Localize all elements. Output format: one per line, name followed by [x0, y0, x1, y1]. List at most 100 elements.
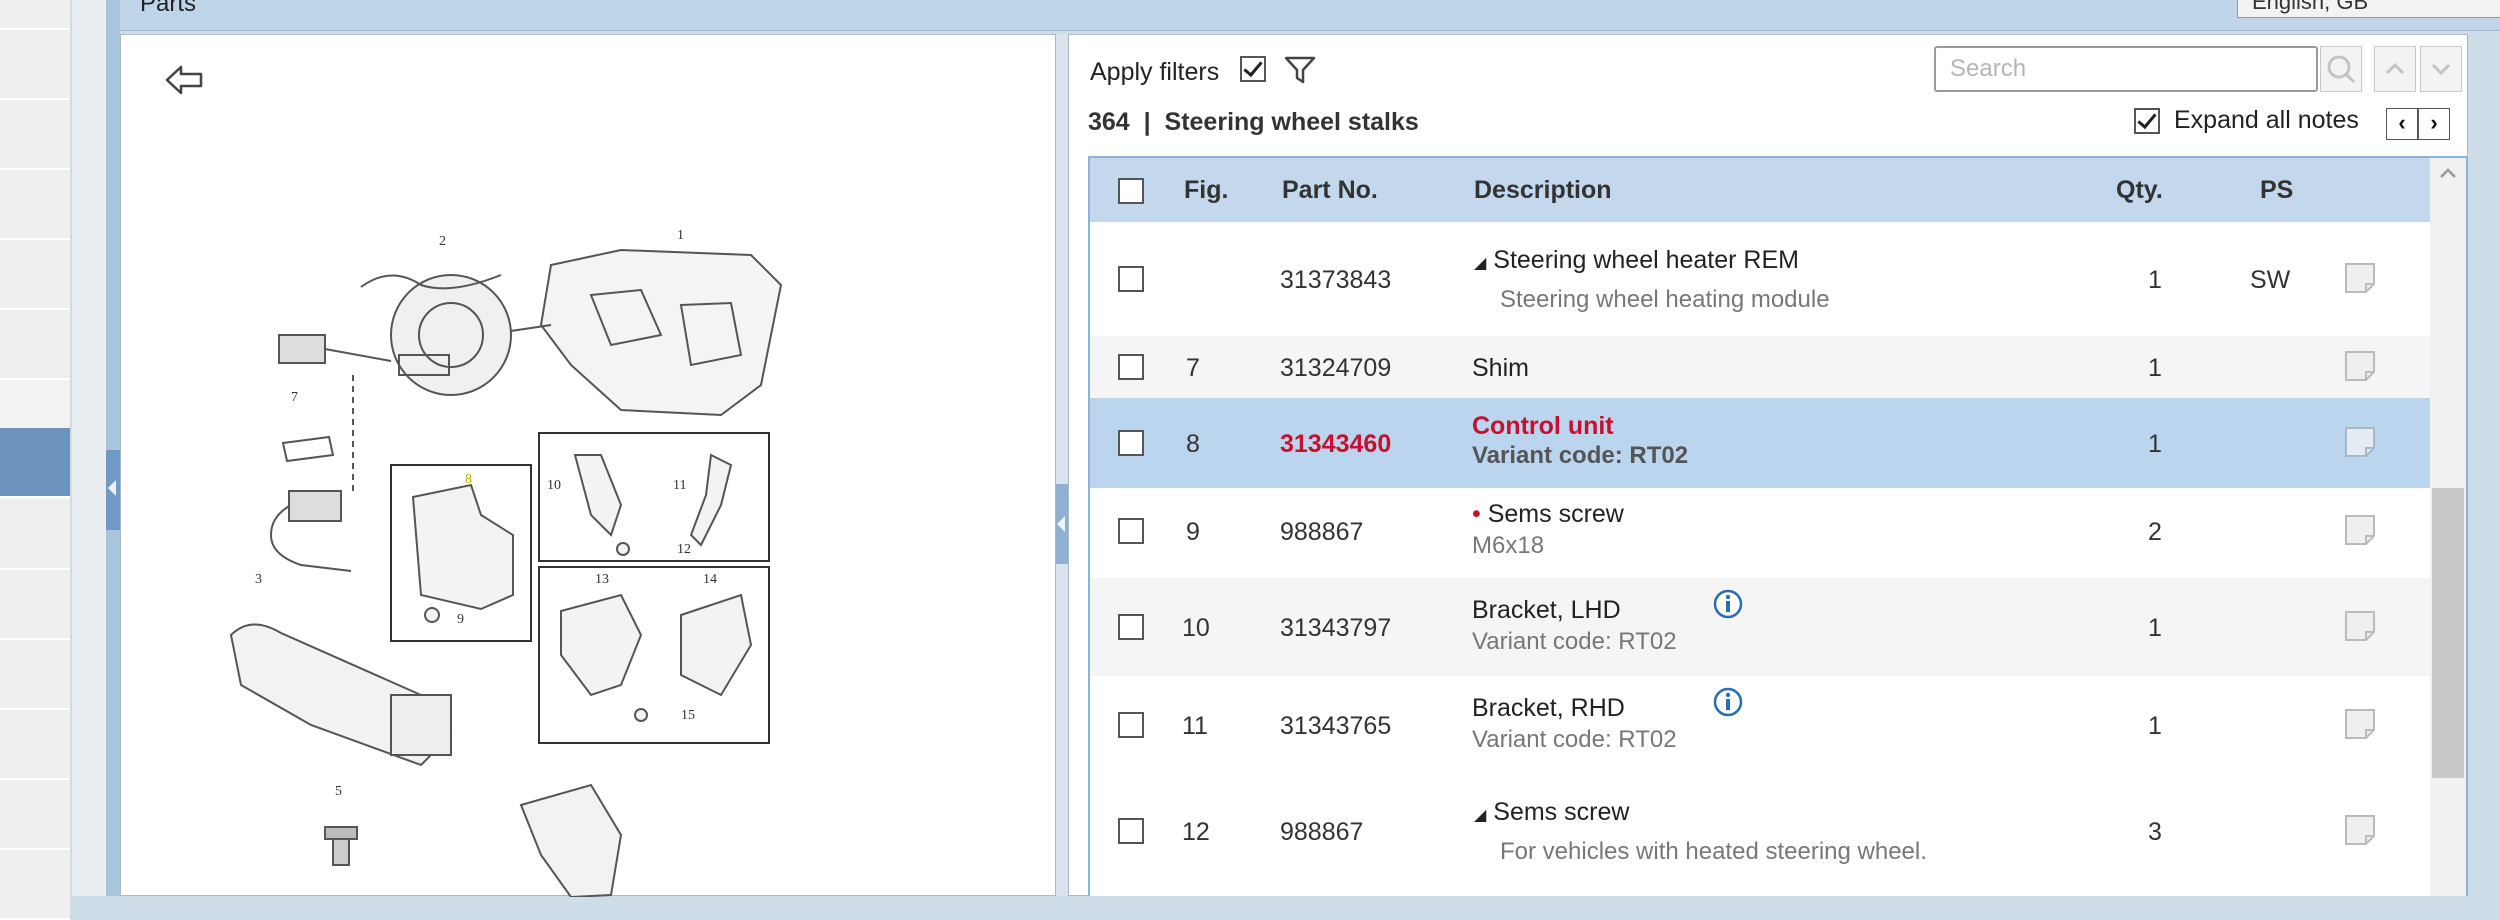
note-icon[interactable]	[2344, 814, 2376, 846]
description-label: Sems screw	[1493, 798, 1630, 826]
column-header-qty[interactable]: Qty.	[2116, 176, 2163, 205]
description-label[interactable]: Bracket, RHD	[1472, 694, 1625, 723]
fig-cell: 7	[1186, 354, 1200, 382]
note-icon[interactable]	[2344, 610, 2376, 642]
expand-triangle-icon[interactable]: ◢	[1474, 255, 1486, 272]
side-nav-item[interactable]	[0, 310, 70, 380]
fig-cell: 8	[1186, 430, 1200, 458]
side-nav-item[interactable]	[0, 850, 70, 920]
qty-cell: 1	[2148, 354, 2162, 382]
note-icon[interactable]	[2344, 708, 2376, 740]
table-row[interactable]: 31373843 ◢ Steering wheel heater REM Ste…	[1090, 222, 2430, 336]
row-checkbox[interactable]	[1118, 430, 1144, 456]
note-icon[interactable]	[2344, 514, 2376, 546]
next-match-button[interactable]	[2420, 46, 2462, 92]
row-checkbox[interactable]	[1118, 712, 1144, 738]
search-button[interactable]	[2320, 46, 2362, 92]
side-nav-item-active[interactable]	[0, 428, 70, 498]
table-scrollbar[interactable]	[2430, 158, 2466, 896]
filter-icon[interactable]	[1284, 56, 1316, 84]
language-select[interactable]: English, GB	[2237, 0, 2500, 18]
next-note-button[interactable]: ›	[2418, 108, 2450, 140]
side-nav-item[interactable]	[0, 100, 70, 170]
gutter	[72, 0, 108, 896]
prev-note-button[interactable]: ‹	[2386, 108, 2418, 140]
part-number[interactable]: 31324709	[1280, 354, 1391, 383]
scrollbar-thumb[interactable]	[2432, 488, 2464, 778]
column-header-description[interactable]: Description	[1474, 176, 1612, 205]
side-nav-item[interactable]	[0, 570, 70, 640]
side-nav-item[interactable]	[0, 780, 70, 850]
part-number[interactable]: 31343797	[1280, 614, 1391, 643]
fig-cell: 9	[1186, 518, 1200, 546]
table-row[interactable]: 11 31343765 Bracket, RHD Variant code: R…	[1090, 676, 2430, 774]
select-all-checkbox[interactable]	[1118, 178, 1144, 204]
previous-match-button[interactable]	[2374, 46, 2416, 92]
qty-cell: 1	[2148, 430, 2162, 458]
description-text[interactable]: • Sems screw	[1472, 500, 1624, 529]
page-title: Parts	[140, 0, 197, 17]
row-checkbox[interactable]	[1118, 354, 1144, 380]
side-nav-item[interactable]	[0, 170, 70, 240]
side-nav-item[interactable]	[0, 30, 70, 100]
column-header-ps[interactable]: PS	[2260, 176, 2293, 205]
description-label[interactable]: Control unit	[1472, 412, 1614, 441]
fig-cell: 10	[1182, 614, 1210, 642]
note-icon[interactable]	[2344, 426, 2376, 458]
table-header: Fig. Part No. Description Qty. PS	[1090, 158, 2430, 222]
callout-10: 10	[547, 478, 561, 493]
expand-triangle-icon[interactable]: ◢	[1474, 807, 1486, 824]
qty-cell: 3	[2148, 818, 2162, 846]
side-nav-item[interactable]	[0, 0, 70, 30]
table-row[interactable]: 10 31343797 Bracket, LHD Variant code: R…	[1090, 578, 2430, 676]
table-row[interactable]: 7 31324709 Shim 1	[1090, 336, 2430, 398]
table-row-selected[interactable]: 8 31343460 Control unit Variant code: RT…	[1090, 398, 2430, 488]
apply-filters-checkbox[interactable]	[1240, 56, 1266, 82]
part-number[interactable]: 31343460	[1280, 430, 1391, 459]
side-nav-item[interactable]	[0, 710, 70, 780]
info-icon[interactable]	[1712, 588, 1744, 620]
side-nav-item[interactable]	[0, 240, 70, 310]
description-label[interactable]: Shim	[1472, 354, 1529, 383]
part-number[interactable]: 31373843	[1280, 266, 1391, 295]
note-icon[interactable]	[2344, 262, 2376, 294]
row-checkbox[interactable]	[1118, 266, 1144, 292]
row-checkbox[interactable]	[1118, 818, 1144, 844]
note-icon[interactable]	[2344, 350, 2376, 382]
panel-splitter[interactable]	[1056, 34, 1068, 896]
side-nav-item[interactable]	[0, 500, 70, 570]
callout-15: 15	[681, 708, 695, 723]
chevron-left-icon	[1057, 516, 1065, 532]
callout-3: 3	[255, 572, 262, 587]
inset-box-brackets	[538, 432, 770, 562]
part-number[interactable]: 988867	[1280, 518, 1363, 547]
description-text[interactable]: ◢ Steering wheel heater REM	[1474, 246, 1799, 275]
column-header-part-no[interactable]: Part No.	[1282, 176, 1378, 205]
apply-filters-label: Apply filters	[1090, 58, 1220, 86]
scroll-up-icon[interactable]	[2438, 166, 2458, 180]
info-icon[interactable]	[1712, 686, 1744, 718]
table-row[interactable]: 9 988867 • Sems screw M6x18 2	[1090, 488, 2430, 578]
expand-all-notes-label: Expand all notes	[2174, 106, 2359, 134]
column-header-fig[interactable]: Fig.	[1184, 176, 1228, 205]
qty-cell: 1	[2148, 266, 2162, 294]
description-label[interactable]: Bracket, LHD	[1472, 596, 1621, 625]
description-text[interactable]: ◢ Sems screw	[1474, 798, 1629, 827]
expand-all-notes-checkbox[interactable]	[2134, 108, 2160, 134]
collapse-sidebar-handle[interactable]	[106, 450, 120, 530]
callout-11: 11	[673, 478, 686, 493]
row-checkbox[interactable]	[1118, 518, 1144, 544]
qty-cell: 1	[2148, 614, 2162, 642]
part-number[interactable]: 31343765	[1280, 712, 1391, 741]
description-note: Steering wheel heating module	[1500, 286, 1830, 313]
row-checkbox[interactable]	[1118, 614, 1144, 640]
search-input[interactable]	[1934, 46, 2318, 92]
bullet-marker: •	[1472, 500, 1481, 528]
part-number[interactable]: 988867	[1280, 818, 1363, 847]
table-row[interactable]: 12 988867 ◢ Sems screw For vehicles with…	[1090, 774, 2430, 888]
side-nav-item[interactable]	[0, 640, 70, 710]
parts-table: Fig. Part No. Description Qty. PS 313738…	[1088, 156, 2468, 896]
callout-7: 7	[291, 390, 298, 405]
callout-12: 12	[677, 542, 691, 557]
collapse-illustration-handle[interactable]	[1056, 484, 1068, 564]
